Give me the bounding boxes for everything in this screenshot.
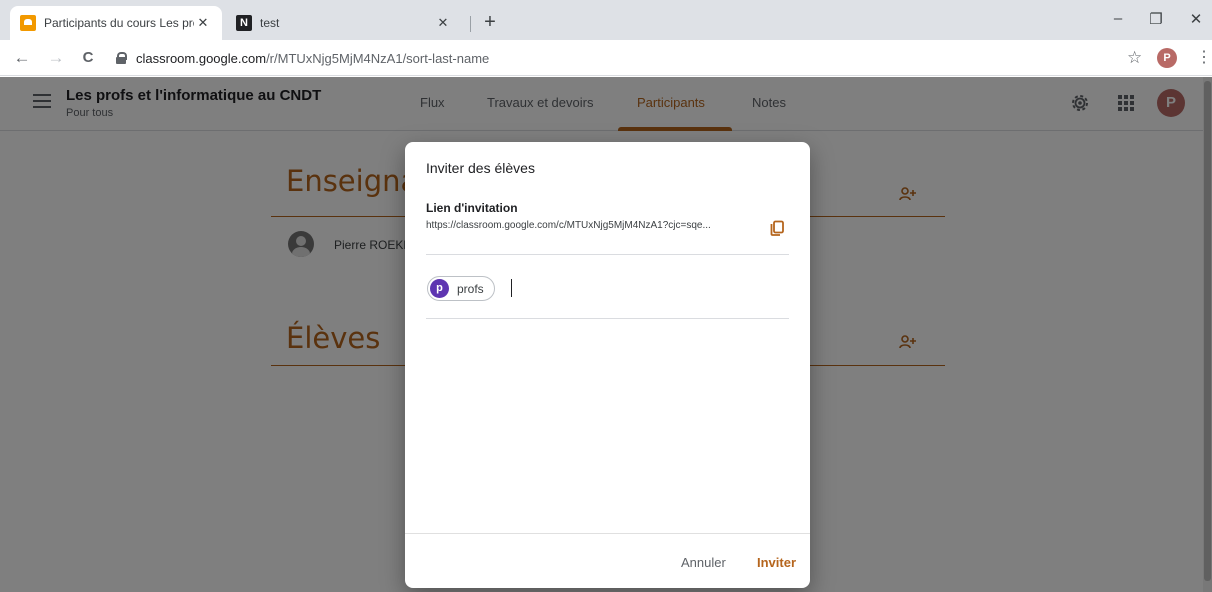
copy-link-icon[interactable] <box>769 220 785 236</box>
chip-label: profs <box>457 281 484 296</box>
reload-button[interactable]: C <box>78 48 98 68</box>
invite-link-url[interactable]: https://classroom.google.com/c/MTUxNjg5M… <box>426 220 766 231</box>
forward-button[interactable]: → <box>46 48 66 68</box>
back-button[interactable]: ← <box>12 48 32 68</box>
dialog-divider-top <box>426 254 789 255</box>
tab-title: Participants du cours Les profs et l'inf… <box>44 16 194 30</box>
dialog-title: Inviter des élèves <box>426 160 535 176</box>
tab-title: test <box>260 16 280 30</box>
browser-toolbar: ← → C classroom.google.com/r/MTUxNjg5MjM… <box>0 40 1212 76</box>
invite-link-label: Lien d'invitation <box>426 201 518 215</box>
browser-tab-classroom[interactable]: Participants du cours Les profs et l'inf… <box>10 6 222 40</box>
chip-avatar: p <box>430 279 449 298</box>
browser-menu-icon[interactable]: ⋮ <box>1196 48 1212 68</box>
tab-close-icon[interactable]: ✕ <box>194 15 212 31</box>
browser-tabstrip: Participants du cours Les profs et l'inf… <box>0 0 1212 40</box>
new-tab-button[interactable]: + <box>478 11 502 35</box>
browser-tab-test[interactable]: N test ✕ <box>226 6 462 40</box>
close-window-button[interactable]: ✕ <box>1182 10 1210 32</box>
url-host: classroom.google.com <box>136 50 267 66</box>
recipient-input-caret[interactable] <box>511 279 512 297</box>
lock-icon <box>116 52 127 64</box>
maximize-button[interactable]: ❐ <box>1142 10 1170 32</box>
browser-profile-avatar[interactable]: P <box>1157 48 1177 68</box>
recipient-input-underline <box>426 318 789 319</box>
dialog-footer-divider <box>405 533 810 534</box>
bookmark-star-icon[interactable]: ☆ <box>1127 48 1142 68</box>
tab-separator <box>470 16 471 32</box>
test-favicon-icon: N <box>236 15 252 31</box>
recipient-chip[interactable]: p profs <box>427 276 495 301</box>
url-path: /r/MTUxNjg5MjM4NzA1/sort-last-name <box>266 50 490 66</box>
tab-close-icon[interactable]: ✕ <box>434 15 452 31</box>
invite-button[interactable]: Inviter <box>757 555 796 570</box>
cancel-button[interactable]: Annuler <box>681 555 726 570</box>
classroom-favicon-icon <box>20 15 36 31</box>
invite-students-dialog: Inviter des élèves Lien d'invitation htt… <box>405 142 810 588</box>
minimize-button[interactable]: – <box>1104 10 1132 32</box>
address-bar[interactable]: classroom.google.com/r/MTUxNjg5MjM4NzA1/… <box>108 45 1148 71</box>
